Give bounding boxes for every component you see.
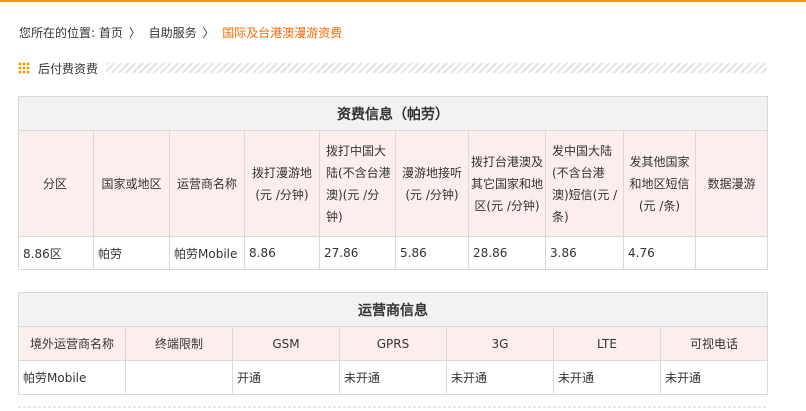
fee-header-call-china: 拨打中国大陆(不含台港澳)(元 /分钟) — [319, 130, 396, 237]
operator-header-terminal: 终端限制 — [125, 326, 233, 361]
breadcrumb-separator: 〉 — [128, 26, 141, 40]
fee-cell-operator: 帕劳Mobile — [169, 236, 245, 270]
dotted-grid-icon — [18, 62, 30, 74]
section-header: 后付费资费 — [18, 58, 767, 78]
fee-table-caption: 资费信息（帕劳） — [18, 96, 768, 131]
operator-cell-gprs: 未开通 — [339, 360, 447, 395]
operator-cell-lte: 未开通 — [553, 360, 661, 395]
fee-header-data-roaming: 数据漫游 — [695, 130, 768, 237]
operator-header-gprs: GPRS — [339, 326, 447, 361]
operator-table: 运营商信息 境外运营商名称 终端限制 GSM GPRS 3G LTE 可视电话 … — [17, 292, 769, 395]
fee-header-call-local: 拨打漫游地(元 /分钟) — [244, 130, 320, 237]
fee-table: 资费信息（帕劳） 分区 国家或地区 运营商名称 拨打漫游地(元 /分钟) 拨打中… — [18, 96, 768, 270]
operator-cell-name: 帕劳Mobile — [18, 360, 126, 395]
fee-cell-zone: 8.86区 — [18, 236, 94, 270]
operator-header-gsm: GSM — [232, 326, 340, 361]
fee-cell-country: 帕劳 — [93, 236, 170, 270]
fee-header-receive: 漫游地接听(元 /分钟) — [395, 130, 469, 237]
bottom-dashed-divider — [18, 406, 767, 408]
operator-header-video-call: 可视电话 — [659, 326, 769, 361]
operator-header-name: 境外运营商名称 — [18, 326, 126, 361]
fee-cell-call-local: 8.86 — [244, 236, 320, 270]
breadcrumb-prefix: 您所在的位置: — [19, 26, 96, 40]
operator-table-caption: 运营商信息 — [17, 292, 769, 327]
operator-cell-gsm: 开通 — [232, 360, 340, 395]
fee-header-country: 国家或地区 — [93, 130, 170, 237]
fee-header-zone: 分区 — [18, 130, 94, 237]
section-title: 后付费资费 — [38, 60, 107, 77]
breadcrumb-self-service-link[interactable]: 自助服务 — [149, 26, 197, 40]
fee-header-operator: 运营商名称 — [169, 130, 245, 237]
breadcrumb-home-link[interactable]: 首页 — [99, 26, 123, 40]
operator-header-lte: LTE — [553, 326, 661, 361]
fee-cell-call-china: 27.86 — [319, 236, 396, 270]
section-divider-stripe — [106, 63, 767, 73]
fee-cell-sms-other: 4.76 — [623, 236, 696, 270]
operator-header-3g: 3G — [446, 326, 554, 361]
operator-cell-3g: 未开通 — [446, 360, 554, 395]
fee-header-call-other: 拨打台港澳及其它国家和地区(元 /分钟) — [468, 130, 546, 237]
operator-cell-terminal — [125, 360, 233, 395]
fee-header-sms-other: 发其他国家和地区短信(元 /条) — [623, 130, 696, 237]
fee-header-sms-china: 发中国大陆(不含台港澳)短信(元 /条) — [545, 130, 624, 237]
breadcrumb: 您所在的位置: 首页 〉 自助服务 〉 国际及台港澳漫游资费 — [19, 24, 342, 41]
breadcrumb-separator: 〉 — [202, 26, 215, 40]
fee-cell-sms-china: 3.86 — [545, 236, 624, 270]
top-accent-line — [0, 0, 806, 2]
fee-cell-data-roaming — [695, 236, 768, 270]
fee-cell-call-other: 28.86 — [468, 236, 546, 270]
operator-cell-video-call: 未开通 — [659, 360, 769, 395]
fee-cell-receive: 5.86 — [395, 236, 469, 270]
breadcrumb-current: 国际及台港澳漫游资费 — [222, 26, 343, 40]
